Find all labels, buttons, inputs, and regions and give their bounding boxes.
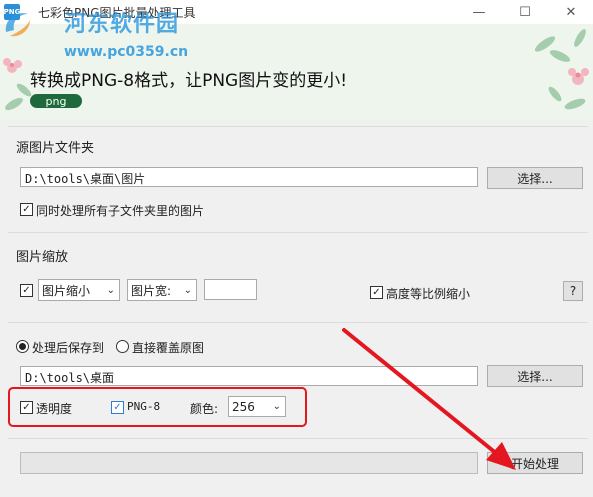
keep-ratio-label: 高度等比例缩小 — [386, 287, 471, 301]
scale-group-divider — [8, 232, 588, 233]
minimize-button[interactable]: — — [456, 0, 502, 24]
source-group-label: 源图片文件夹 — [16, 141, 95, 156]
watermark-text: 河东软件园 — [64, 11, 180, 37]
source-browse-button[interactable]: 选择... — [487, 167, 583, 189]
scale-dimension-value: 图片宽: — [131, 283, 172, 298]
source-path-input[interactable]: D:\tools\桌面\图片 — [20, 167, 478, 187]
annotation-arrow-icon — [342, 328, 516, 470]
scale-size-input[interactable] — [204, 279, 257, 300]
scale-dimension-select[interactable]: 图片宽: ⌄ — [127, 279, 197, 301]
banner-headline: 转换成PNG-8格式，让PNG图片变的更小! — [30, 71, 348, 91]
watermark-logo-icon — [5, 13, 30, 37]
overwrite-label: 直接覆盖原图 — [132, 341, 205, 355]
scale-group-label: 图片缩放 — [16, 250, 69, 265]
scale-mode-value: 图片缩小 — [42, 283, 91, 298]
format-badge: png — [30, 94, 82, 108]
subfolders-label: 同时处理所有子文件夹里的图片 — [36, 204, 205, 218]
watermark-url: www.pc0359.cn — [64, 44, 189, 60]
maximize-button[interactable]: ☐ — [502, 0, 548, 24]
save-to-label: 处理后保存到 — [32, 341, 105, 355]
help-button[interactable]: ? — [563, 281, 583, 301]
subfolders-checkbox[interactable]: ✓ — [20, 203, 33, 216]
close-button[interactable]: ✕ — [548, 0, 593, 24]
source-group-divider — [8, 126, 588, 127]
save-to-radio[interactable] — [16, 340, 29, 353]
chevron-down-icon: ⌄ — [183, 284, 192, 296]
chevron-down-icon: ⌄ — [106, 284, 115, 296]
scale-mode-select[interactable]: 图片缩小 ⌄ — [38, 279, 120, 301]
scale-enable-checkbox[interactable]: ✓ — [20, 284, 33, 297]
highlight-box — [8, 387, 307, 427]
keep-ratio-checkbox[interactable]: ✓ — [370, 286, 383, 299]
overwrite-radio[interactable] — [116, 340, 129, 353]
